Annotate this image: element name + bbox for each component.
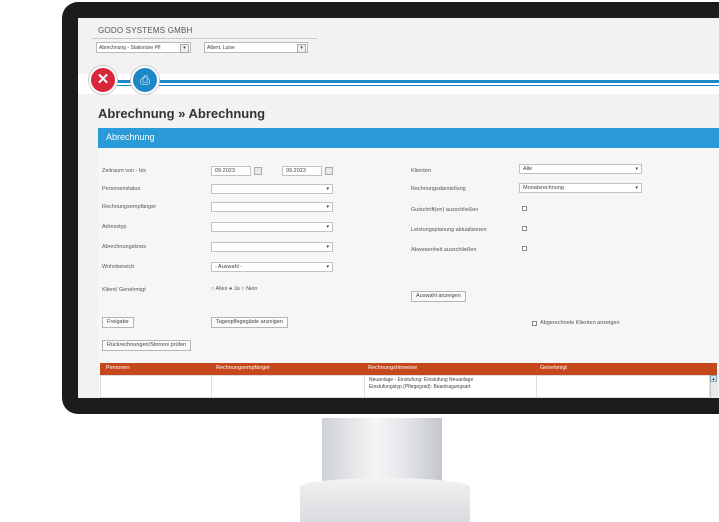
radio-alle-label: Alles <box>215 286 228 292</box>
close-button[interactable]: ✕ <box>89 66 117 94</box>
klienten-label: Klienten <box>411 168 431 174</box>
page-title: Abrechnung » Abrechnung <box>98 106 266 121</box>
calendar-icon[interactable] <box>325 167 333 175</box>
abrechnungskreis-select[interactable]: ▾ <box>211 242 333 252</box>
adresstyp-label: Adresstyp <box>102 224 127 230</box>
rechnungsempfaenger-label: Rechnungsempfänger <box>102 204 157 210</box>
rechnungsdarstellung-select[interactable]: Monatsrechnung ▾ <box>519 183 642 193</box>
column-header-personen[interactable]: Personen <box>106 365 130 371</box>
abwesenheit-label: Abwesenheit ausschließen <box>411 247 477 253</box>
dropdown-caret-icon: ▾ <box>326 264 329 270</box>
personenstatus-select[interactable]: ▾ <box>211 184 333 194</box>
dropdown-caret-icon: ▾ <box>635 185 638 191</box>
wohnbereich-label: Wohnbereich <box>102 264 135 270</box>
column-divider <box>211 376 212 398</box>
dropdown-caret-icon: ▾ <box>635 166 638 172</box>
zeitraum-label: Zeitraum von - bis <box>102 168 147 174</box>
app-screen: GODO SYSTEMS GMBH Abrechnung - Stationär… <box>78 18 719 398</box>
abgerechnete-checkbox[interactable] <box>532 321 537 326</box>
table-header: Personen Rechnungsempfänger Rechnungshin… <box>100 363 717 375</box>
chevron-down-icon: ▾ <box>180 44 189 53</box>
chevron-down-icon: ▾ <box>297 44 306 53</box>
auswahl-anzeigen-button[interactable]: Auswahl anzeigen <box>411 291 466 302</box>
rechnungsempfaenger-select[interactable]: ▾ <box>211 202 333 212</box>
dropdown-caret-icon: ▾ <box>326 224 329 230</box>
genehmigt-radio-group: ○ Alles ● Ja ○ Nein <box>211 286 257 292</box>
close-icon: ✕ <box>96 71 110 88</box>
monitor-stand-base <box>300 478 470 522</box>
module-select-value: Abrechnung - Stationäre Pfl <box>99 45 161 51</box>
dropdown-caret-icon: ▾ <box>326 186 329 192</box>
column-divider <box>536 376 537 398</box>
print-icon: ⎙ <box>140 73 150 87</box>
abrechnungskreis-label: Abrechnungskreis <box>102 244 147 250</box>
klient-genehmigt-label: Klient/ Genehmigt <box>102 287 146 293</box>
column-header-genehmigt[interactable]: Genehmigt <box>540 365 567 371</box>
tagespflege-button[interactable]: Tagespflegegäste anzeigen <box>211 317 288 328</box>
module-select[interactable]: Abrechnung - Stationäre Pfl ▾ <box>96 42 191 53</box>
gutschriften-label: Gutschrift(en) ausschließen <box>411 207 479 213</box>
column-divider <box>364 376 365 398</box>
rechnungsdarstellung-label: Rechnungsdarstellung <box>411 186 466 192</box>
leistungsplanung-checkbox[interactable] <box>522 226 527 231</box>
abwesenheit-checkbox[interactable] <box>522 246 527 251</box>
wohnbereich-select[interactable]: - Auswahl - ▾ <box>211 262 333 272</box>
panel-header: Abrechnung <box>98 128 719 148</box>
panel-title: Abrechnung <box>106 132 155 142</box>
klienten-select[interactable]: Alle ▾ <box>519 164 642 174</box>
dropdown-caret-icon: ▾ <box>326 244 329 250</box>
row-hint-line2: Einstufungstyp (Pflegegrad): Beantragung… <box>369 384 471 390</box>
wohnbereich-value: - Auswahl - <box>215 264 243 270</box>
header-divider <box>92 38 317 39</box>
toolbar-accent-line <box>98 80 719 83</box>
company-name: GODO SYSTEMS GMBH <box>98 26 193 35</box>
personenstatus-label: Personenstatus <box>102 186 141 192</box>
gutschriften-checkbox[interactable] <box>522 206 527 211</box>
table-row[interactable]: Neuanlage - Einstufung: Einstufung Neuan… <box>100 375 710 398</box>
radio-nein-label: Nein <box>246 286 258 292</box>
print-button[interactable]: ⎙ <box>131 66 159 94</box>
radio-ja-label: Ja <box>233 286 240 292</box>
rechnungsdarstellung-value: Monatsrechnung <box>523 185 564 191</box>
adresstyp-select[interactable]: ▾ <box>211 222 333 232</box>
date-to-input[interactable]: 09.2023 <box>282 166 322 176</box>
date-from-input[interactable]: 09.2023 <box>211 166 251 176</box>
rueckrechnungen-button[interactable]: Rückrechnungen/Stornos prüfen <box>102 340 192 351</box>
klienten-value: Alle <box>523 166 533 172</box>
leistungsplanung-label: Leistungsplanung aktualisieren <box>411 227 487 233</box>
user-select[interactable]: Albert, Luise ▾ <box>204 42 308 53</box>
calendar-icon[interactable] <box>254 167 262 175</box>
column-header-rechnungsempfaenger[interactable]: Rechnungsempfänger <box>216 365 270 371</box>
row-hint-line1: Neuanlage - Einstufung: Einstufung Neuan… <box>369 377 474 383</box>
freigabe-button[interactable]: Freigabe <box>102 317 134 328</box>
abgerechnete-label: Abgerechnete Klienten anzeigen <box>540 320 620 326</box>
scroll-up-icon[interactable]: ▴ <box>710 375 717 382</box>
user-select-value: Albert, Luise <box>207 45 235 51</box>
toolbar-accent-line-thin <box>98 85 719 86</box>
dropdown-caret-icon: ▾ <box>326 204 329 210</box>
toolbar <box>78 74 719 94</box>
column-header-rechnungshinweise[interactable]: Rechnungshinweise <box>368 365 417 371</box>
